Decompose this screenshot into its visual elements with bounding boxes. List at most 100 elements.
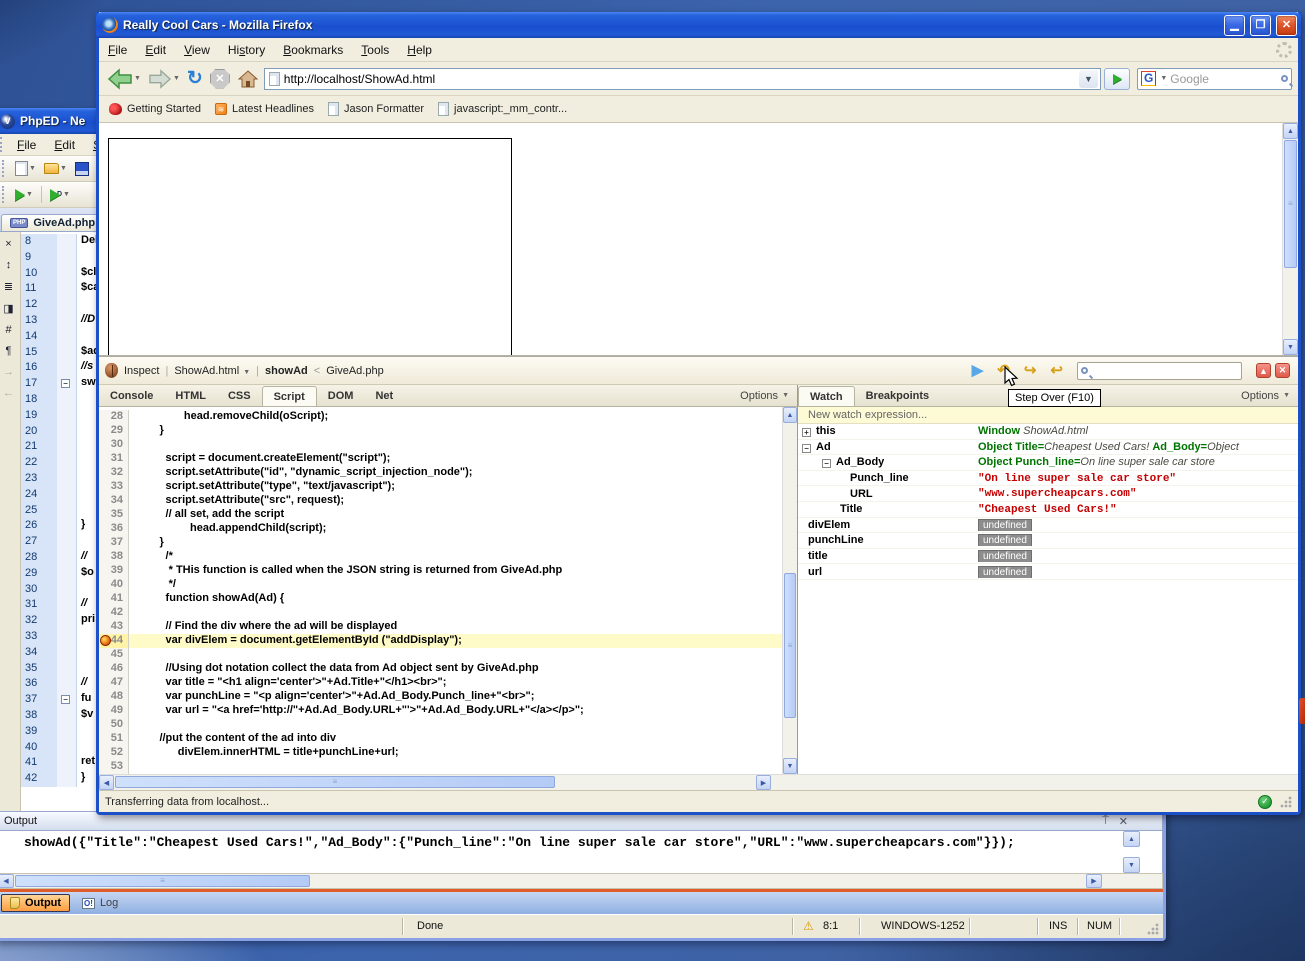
watch-row[interactable]: −AdObject Title=Cheapest Used Cars! Ad_B…: [798, 440, 1298, 456]
script-line[interactable]: 46 //Using dot notation collect the data…: [99, 662, 797, 676]
inspect-button[interactable]: Inspect: [124, 365, 159, 377]
script-source[interactable]: 28 head.removeChild(oScript);29 }3031 sc…: [99, 407, 797, 774]
current-function[interactable]: showAd: [265, 365, 308, 377]
phped-menu-item-edit[interactable]: Edit: [45, 135, 84, 155]
breakpoint-icon[interactable]: [100, 635, 111, 646]
reload-button[interactable]: ↻: [185, 65, 205, 93]
bookmark-item[interactable]: ≋Latest Headlines: [215, 103, 314, 115]
firebug-search-input[interactable]: [1077, 362, 1242, 380]
stop-button[interactable]: ✕: [208, 65, 232, 93]
scroll-down-button[interactable]: ▼: [783, 758, 797, 774]
menu-item-bookmarks[interactable]: Bookmarks: [274, 40, 352, 60]
step-into-button[interactable]: ↪: [1024, 363, 1037, 378]
script-line[interactable]: 39 * THis function is called when the JS…: [99, 564, 797, 578]
script-line[interactable]: 28 head.removeChild(oScript);: [99, 410, 797, 424]
scroll-left-button[interactable]: ◀: [0, 874, 14, 888]
firebug-tab-script[interactable]: Script: [262, 386, 317, 406]
maximize-button[interactable]: ❐: [1250, 15, 1271, 36]
phped-menu-item-file[interactable]: File: [8, 135, 45, 155]
watch-row[interactable]: Punch_line"On line super sale car store": [798, 471, 1298, 487]
url-bar[interactable]: http://localhost/ShowAd.html ▼: [264, 68, 1101, 90]
forward-button[interactable]: ▼: [146, 65, 182, 93]
scroll-right-button[interactable]: ▶: [756, 775, 771, 790]
search-icon[interactable]: [1281, 75, 1288, 82]
scrollbar-thumb[interactable]: [1284, 140, 1297, 268]
pin-icon[interactable]: ⍑: [1102, 815, 1109, 828]
new-watch-expression[interactable]: New watch expression...: [798, 407, 1298, 424]
script-line[interactable]: 48 var punchLine = "<p align='center'>"+…: [99, 690, 797, 704]
search-bar[interactable]: G▼ Google: [1137, 68, 1292, 90]
home-button[interactable]: [235, 65, 261, 93]
firefox-titlebar[interactable]: Really Cool Cars - Mozilla Firefox ▁ ❐ ✕: [96, 12, 1301, 38]
scrollbar-thumb[interactable]: [15, 875, 310, 887]
script-horizontal-scrollbar[interactable]: ◀ ▶: [99, 774, 1298, 790]
menu-item-help[interactable]: Help: [398, 40, 441, 60]
firebug-tab-html[interactable]: HTML: [164, 385, 217, 406]
context-file-menu[interactable]: ShowAd.html ▼: [174, 365, 250, 377]
firebug-tab-css[interactable]: CSS: [217, 385, 262, 406]
script-line[interactable]: 44 var divElem = document.getElementById…: [99, 634, 797, 648]
scrollbar-thumb[interactable]: [784, 573, 796, 718]
editor-tool-icon[interactable]: ≣: [4, 280, 13, 293]
url-dropdown-button[interactable]: ▼: [1079, 70, 1098, 88]
script-line[interactable]: 30: [99, 438, 797, 452]
search-placeholder[interactable]: Google: [1170, 72, 1278, 86]
close-panel-icon[interactable]: ✕: [1119, 815, 1128, 828]
new-file-button[interactable]: ▼: [12, 158, 39, 180]
menu-item-file[interactable]: File: [99, 40, 136, 60]
go-button[interactable]: [1104, 68, 1130, 90]
editor-tool-icon[interactable]: ◨: [3, 302, 13, 315]
step-out-button[interactable]: ↩: [1050, 363, 1063, 378]
editor-tool-icon[interactable]: ↕: [6, 259, 12, 271]
output-vertical-scrollbar[interactable]: ▲ ▼: [1123, 831, 1140, 873]
run-button[interactable]: ▼: [12, 184, 36, 206]
panel-tab-breakpoints[interactable]: Breakpoints: [855, 385, 941, 406]
script-line[interactable]: 31 script = document.createElement("scri…: [99, 452, 797, 466]
collapse-icon[interactable]: −: [822, 459, 831, 468]
firebug-close-button[interactable]: ✕: [1275, 363, 1290, 378]
bookmark-item[interactable]: javascript:_mm_contr...: [438, 102, 567, 116]
scroll-right-button[interactable]: ▶: [1086, 874, 1102, 888]
caller-file-link[interactable]: GiveAd.php: [326, 365, 383, 377]
expand-icon[interactable]: +: [802, 428, 811, 437]
scroll-up-button[interactable]: ▲: [1283, 123, 1298, 139]
collapse-icon[interactable]: −: [802, 444, 811, 453]
script-line[interactable]: 49 var url = "<a href='http://"+Ad.Ad_Bo…: [99, 704, 797, 718]
editor-tool-icon[interactable]: ←: [3, 387, 14, 399]
editor-tool-icon[interactable]: #: [5, 324, 11, 336]
watch-row[interactable]: −Ad_BodyObject Punch_line=On line super …: [798, 455, 1298, 471]
watch-row[interactable]: urlundefined: [798, 564, 1298, 580]
menu-item-edit[interactable]: Edit: [136, 40, 175, 60]
scroll-up-button[interactable]: ▲: [1123, 831, 1140, 847]
script-line[interactable]: 52 divElem.innerHTML = title+punchLine+u…: [99, 746, 797, 760]
scroll-down-button[interactable]: ▼: [1123, 857, 1140, 873]
script-line[interactable]: 42: [99, 606, 797, 620]
script-line[interactable]: 37 }: [99, 536, 797, 550]
firebug-minimize-button[interactable]: ▲: [1256, 363, 1271, 378]
firebug-icon[interactable]: [105, 363, 118, 378]
content-vertical-scrollbar[interactable]: ▲ ▼: [1282, 123, 1298, 355]
script-line[interactable]: 41 function showAd(Ad) {: [99, 592, 797, 606]
url-text[interactable]: http://localhost/ShowAd.html: [284, 72, 1075, 86]
bottom-tab-log[interactable]: O!Log: [74, 895, 126, 911]
panel-tab-watch[interactable]: Watch: [798, 386, 855, 406]
firebug-tab-net[interactable]: Net: [364, 385, 404, 406]
bookmark-item[interactable]: Getting Started: [109, 103, 201, 115]
scroll-down-button[interactable]: ▼: [1283, 339, 1298, 355]
script-line[interactable]: 33 script.setAttribute("type", "text/jav…: [99, 480, 797, 494]
script-vertical-scrollbar[interactable]: ▲ ▼: [782, 407, 797, 774]
editor-tab-givead[interactable]: PHP GiveAd.php: [1, 214, 104, 231]
scroll-up-button[interactable]: ▲: [783, 407, 797, 423]
firebug-ok-icon[interactable]: ✓: [1258, 795, 1272, 809]
script-line[interactable]: 40 */: [99, 578, 797, 592]
script-line[interactable]: 35 // all set, add the script: [99, 508, 797, 522]
editor-tool-icon[interactable]: ×: [5, 238, 11, 250]
open-file-button[interactable]: ▼: [41, 158, 70, 180]
bookmark-item[interactable]: Jason Formatter: [328, 102, 424, 116]
minimize-button[interactable]: ▁: [1224, 15, 1245, 36]
watch-row[interactable]: Title"Cheapest Used Cars!": [798, 502, 1298, 518]
resize-grip[interactable]: [1147, 923, 1159, 935]
script-line[interactable]: 43 // Find the div where the ad will be …: [99, 620, 797, 634]
script-line[interactable]: 36 head.appendChild(script);: [99, 522, 797, 536]
bottom-tab-output[interactable]: Output: [1, 894, 70, 912]
